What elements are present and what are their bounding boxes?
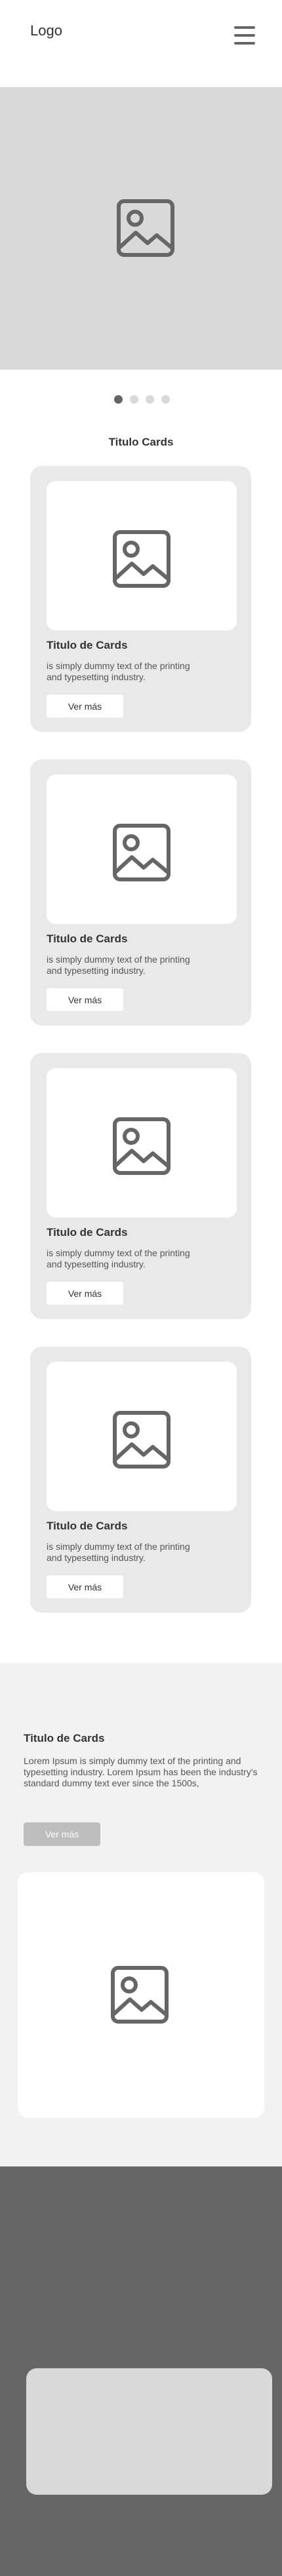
site-footer [0,2166,282,2576]
card: Titulo de Cards is simply dummy text of … [30,759,251,1026]
menu-bar [234,42,255,45]
image-placeholder-icon [113,824,171,881]
carousel-dot[interactable] [146,395,154,404]
card-title: Titulo de Cards [47,1226,128,1239]
footer-placeholder-box [26,2368,272,2495]
card-image [47,481,237,630]
section-title: Titulo Cards [108,436,174,448]
card-text: is simply dummy text of the printing and… [47,1248,190,1269]
card: Titulo de Cards is simply dummy text of … [30,1347,251,1613]
ver-mas-button[interactable]: Ver más [47,1282,123,1305]
info-section: Titulo de Cards Lorem Ipsum is simply du… [0,1663,282,2166]
ver-mas-button[interactable]: Ver más [47,988,123,1011]
carousel-dot[interactable] [114,395,123,404]
card-title: Titulo de Cards [47,1520,128,1532]
card-text: is simply dummy text of the printing and… [47,1541,190,1563]
card: Titulo de Cards is simply dummy text of … [30,466,251,732]
card-text: is simply dummy text of the printing and… [47,661,190,682]
info-text: Lorem Ipsum is simply dummy text of the … [24,1756,258,1788]
card-title: Titulo de Cards [47,932,128,945]
site-header: Logo [0,0,282,87]
card-text: is simply dummy text of the printing and… [47,954,190,976]
info-title: Titulo de Cards [24,1732,105,1744]
ver-mas-button[interactable]: Ver más [47,1575,123,1598]
card-image [47,1068,237,1218]
hero-banner [0,87,282,370]
card-image [47,775,237,924]
hamburger-menu-icon[interactable] [234,26,255,45]
card: Titulo de Cards is simply dummy text of … [30,1053,251,1319]
carousel-dot[interactable] [161,395,170,404]
image-placeholder-icon [113,1411,171,1469]
ver-mas-button[interactable]: Ver más [47,695,123,718]
menu-bar [234,26,255,29]
menu-bar [234,34,255,37]
logo[interactable]: Logo [30,22,62,39]
image-placeholder-icon [113,530,171,588]
card-title: Titulo de Cards [47,639,128,651]
card-image [47,1362,237,1511]
ver-mas-button[interactable]: Ver más [24,1822,100,1846]
carousel-dot[interactable] [130,395,138,404]
image-placeholder-icon [117,199,174,257]
image-placeholder-icon [111,1966,169,2024]
image-placeholder-icon [113,1117,171,1175]
info-image-card [18,1872,264,2118]
